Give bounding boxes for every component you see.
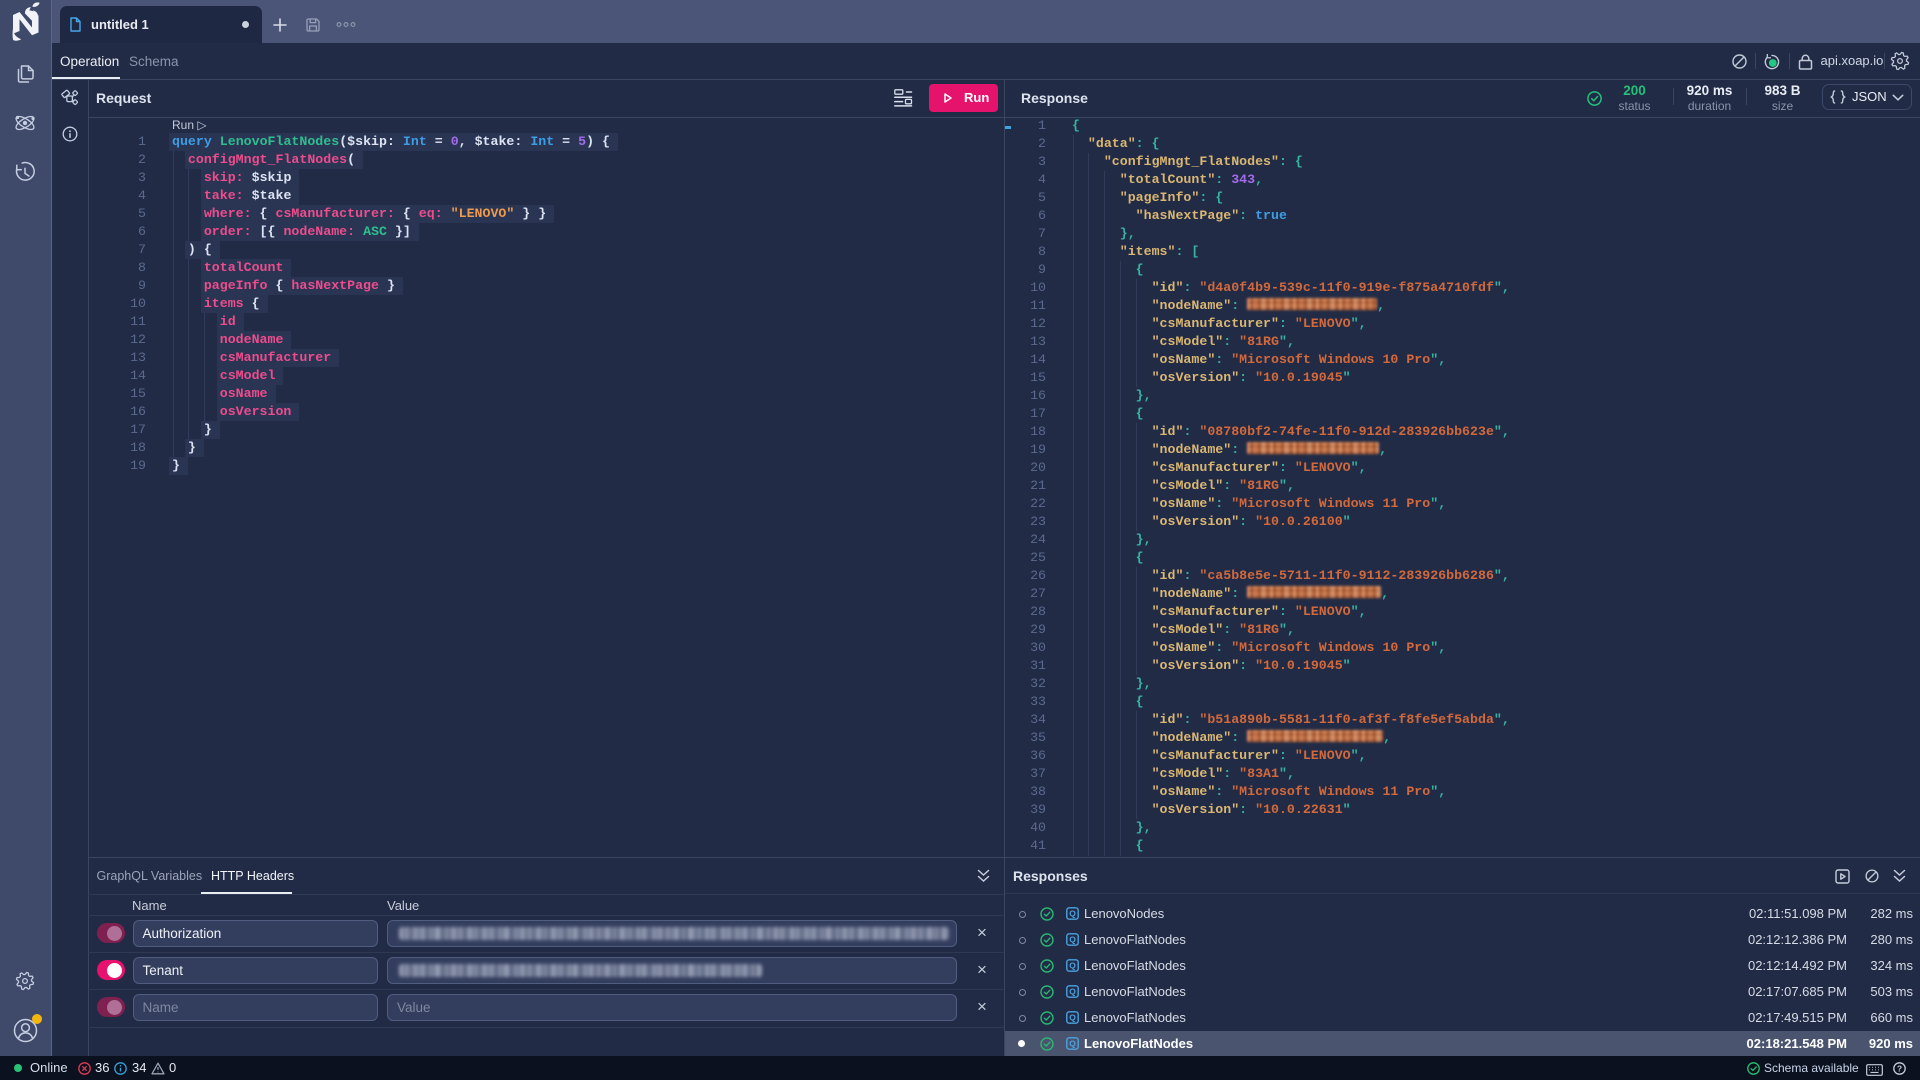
svg-text:Q: Q bbox=[1069, 935, 1076, 945]
svg-text:Q: Q bbox=[1069, 909, 1076, 919]
svg-text:Q: Q bbox=[1069, 987, 1076, 997]
svg-text:Q: Q bbox=[1069, 1013, 1076, 1023]
svg-text:?: ? bbox=[1897, 1063, 1902, 1073]
svg-text:Q: Q bbox=[1069, 961, 1076, 971]
svg-text:Q: Q bbox=[1069, 1039, 1076, 1049]
